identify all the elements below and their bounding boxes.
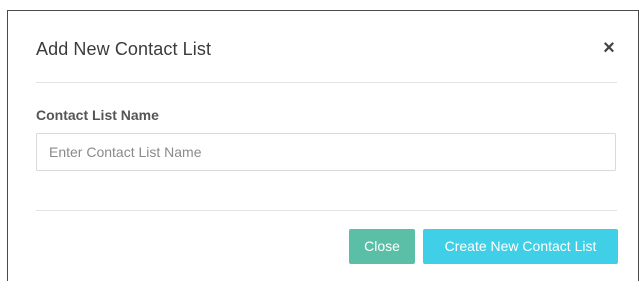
screen: Add New Contact List × Contact List Name… <box>0 0 639 290</box>
modal-title: Add New Contact List <box>36 39 212 59</box>
header-divider <box>36 82 617 83</box>
close-icon[interactable]: × <box>601 38 617 58</box>
contact-list-name-input[interactable] <box>36 133 616 171</box>
close-button[interactable]: Close <box>349 229 415 264</box>
footer-divider <box>36 210 617 211</box>
contact-list-name-label: Contact List Name <box>36 107 159 123</box>
add-contact-list-modal: Add New Contact List × Contact List Name… <box>8 11 638 290</box>
create-contact-list-button[interactable]: Create New Contact List <box>423 229 618 264</box>
